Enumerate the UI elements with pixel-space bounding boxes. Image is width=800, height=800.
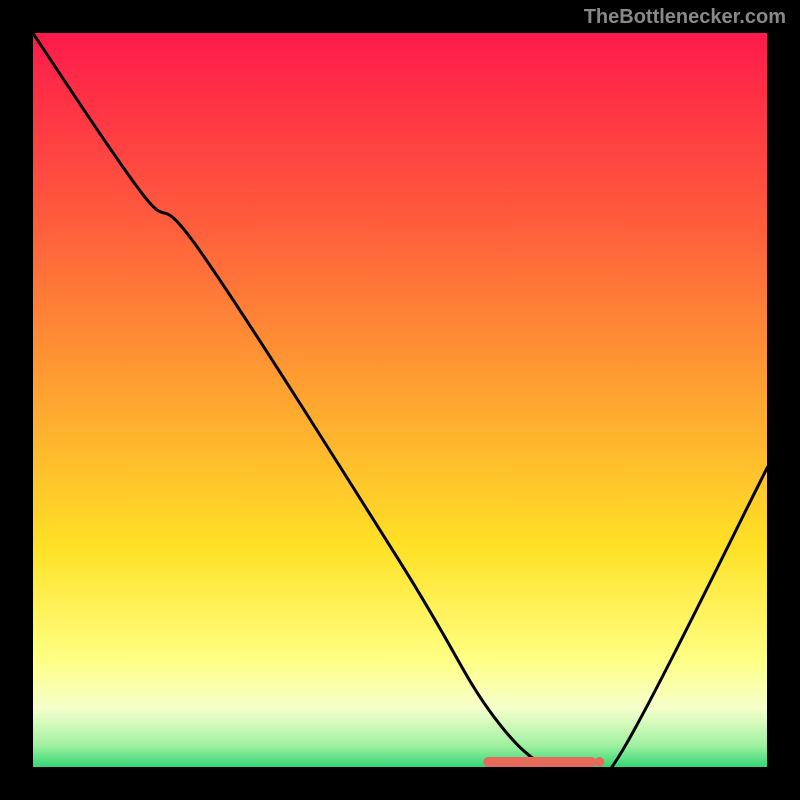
chart-container — [32, 32, 768, 768]
optimal-zone-end-dot — [594, 757, 604, 767]
watermark-text: TheBottlenecker.com — [584, 6, 786, 29]
bottleneck-chart — [32, 32, 768, 768]
